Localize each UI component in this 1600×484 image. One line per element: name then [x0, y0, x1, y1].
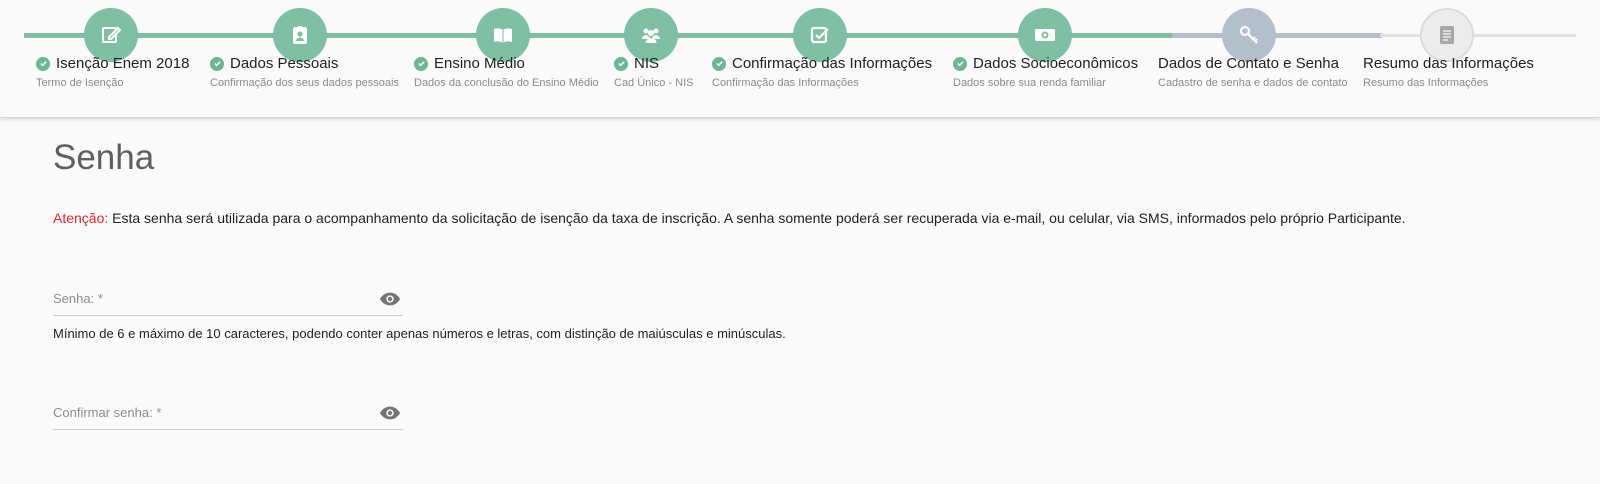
confirm-password-placeholder: Confirmar senha: * [53, 405, 162, 420]
step-circle[interactable] [84, 8, 138, 62]
money-icon [1035, 29, 1055, 41]
step-label: NIS [614, 55, 659, 72]
people-icon [642, 28, 660, 43]
step-title: Dados Pessoais [230, 55, 339, 72]
step-subtitle: Confirmação dos seus dados pessoais [210, 77, 399, 89]
step-title: NIS [634, 55, 660, 72]
step-circle[interactable] [476, 8, 530, 62]
step-label: Dados Pessoais [210, 55, 338, 72]
id-badge-icon [293, 26, 307, 44]
notice-text: Esta senha será utilizada para o acompan… [112, 210, 1406, 226]
step-title: Resumo das Informações [1363, 55, 1534, 72]
check-icon [953, 56, 967, 71]
page-title: Senha [53, 138, 155, 177]
step-subtitle: Dados da conclusão do Ensino Médio [414, 77, 599, 89]
step-circle[interactable] [793, 8, 847, 62]
eye-icon[interactable] [379, 288, 401, 310]
document-icon [1440, 26, 1454, 44]
step-circle[interactable] [1222, 8, 1276, 62]
checkbox-icon [810, 26, 829, 44]
stepper: Isenção Enem 2018 Termo de Isenção Dados… [0, 0, 1600, 118]
step-circle[interactable] [1420, 8, 1474, 62]
edit-icon [102, 26, 122, 43]
book-icon [494, 28, 512, 43]
key-icon [1239, 25, 1258, 44]
notice: Atenção: Esta senha será utilizada para … [53, 210, 1406, 226]
step-label: Isenção Enem 2018 [36, 55, 189, 72]
step-subtitle: Termo de Isenção [36, 77, 124, 89]
step-label: Dados Socioeconômicos [953, 55, 1138, 72]
stepper-track-pending [1380, 34, 1576, 37]
step-label: Dados de Contato e Senha [1158, 55, 1339, 72]
confirm-password-field[interactable]: Confirmar senha: * [53, 398, 403, 430]
check-icon [36, 56, 50, 71]
eye-icon[interactable] [379, 402, 401, 424]
notice-label: Atenção: [53, 210, 109, 226]
stepper-track-done [24, 33, 1174, 38]
step-label: Resumo das Informações [1363, 55, 1534, 72]
step-label: Ensino Médio [414, 55, 525, 72]
check-icon [712, 56, 726, 71]
step-subtitle: Cad Único - NIS [614, 77, 694, 89]
check-icon [414, 56, 428, 71]
password-hint: Mínimo de 6 e máximo de 10 caracteres, p… [53, 326, 786, 341]
step-title: Isenção Enem 2018 [56, 55, 190, 72]
step-circle[interactable] [1018, 8, 1072, 62]
step-subtitle: Cadastro de senha e dados de contato [1158, 77, 1348, 89]
password-field[interactable]: Senha: * [53, 284, 403, 316]
step-subtitle: Resumo das Informações [1363, 77, 1489, 89]
step-title: Dados Socioeconômicos [973, 55, 1139, 72]
step-circle[interactable] [624, 8, 678, 62]
check-icon [614, 56, 628, 71]
password-placeholder: Senha: * [53, 291, 103, 306]
step-subtitle: Confirmação das Informações [712, 77, 859, 89]
step-title: Ensino Médio [434, 55, 525, 72]
step-circle[interactable] [273, 8, 327, 62]
stepper-track-active [1172, 33, 1382, 38]
step-title: Confirmação das Informações [732, 55, 933, 72]
step-title: Dados de Contato e Senha [1158, 55, 1339, 72]
step-label: Confirmação das Informações [712, 55, 932, 72]
step-subtitle: Dados sobre sua renda familiar [953, 77, 1106, 89]
check-icon [210, 56, 224, 71]
